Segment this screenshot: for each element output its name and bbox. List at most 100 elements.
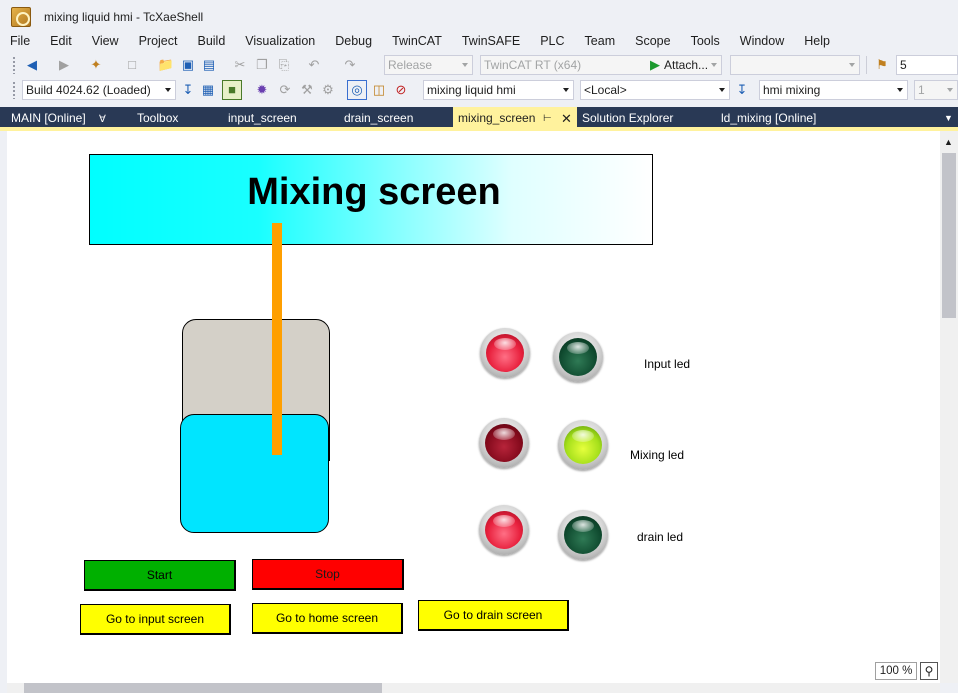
stop-button[interactable]: Stop [252,559,404,590]
page-title: Mixing screen [247,171,501,213]
redo-icon[interactable]: ↷ [342,57,358,73]
menu-debug[interactable]: Debug [325,30,382,52]
input-green-led [553,332,603,382]
chevron-down-icon [897,88,903,92]
tab-label: mixing_screen [458,111,536,125]
configuration-value: Release [388,58,433,72]
horizontal-scroll-thumb[interactable] [24,683,382,693]
zoom-magnifier-icon[interactable]: ⚲ [920,662,938,680]
tab-input-screen[interactable]: input_screen [228,107,297,129]
tree-view-icon[interactable]: ◫ [371,82,387,98]
tcxaeshell-app-icon [11,7,31,27]
start-debug-icon[interactable]: ▶ [647,57,663,73]
menu-build[interactable]: Build [187,30,235,52]
add-item-icon[interactable]: □ [124,57,140,73]
open-folder-icon[interactable]: 📁 [158,57,174,73]
horizontal-scrollbar[interactable] [7,683,940,693]
find-icon[interactable]: ⚑ [874,57,890,73]
toggle-breakpoint-icon[interactable]: ⊘ [393,82,409,98]
led-lens [485,511,523,549]
back-icon[interactable]: ◀ [24,57,40,73]
menu-project[interactable]: Project [129,30,188,52]
menu-plc[interactable]: PLC [530,30,574,52]
menu-twinsafe[interactable]: TwinSAFE [452,30,530,52]
toolbar-grip[interactable] [12,81,16,99]
config-mode-icon[interactable]: ⚒ [299,82,315,98]
vertical-scroll-thumb[interactable] [942,153,956,318]
mixing-green-led [558,420,608,470]
copy-icon[interactable]: ❐ [254,57,270,73]
zoom-level[interactable]: 100 % [875,662,917,680]
go-to-drain-screen-button[interactable]: Go to drain screen [418,600,569,631]
toolbar-separator [866,56,867,74]
tab-solution-explorer[interactable]: Solution Explorer [582,107,673,129]
menu-scope[interactable]: Scope [625,30,680,52]
toolbar-grip[interactable] [12,56,16,74]
mixing-red-led [479,418,529,468]
input-led-label: Input led [644,357,691,371]
target-select[interactable]: <Local> [580,80,730,100]
scroll-up-arrow-icon[interactable]: ▲ [944,137,953,147]
overflow-chevron-icon[interactable]: ↧ [180,82,196,98]
tab-ld-mixing-online[interactable]: ld_mixing [Online] [721,107,816,129]
chevron-down-icon [563,88,569,92]
go-to-home-screen-button[interactable]: Go to home screen [252,603,403,634]
chevron-down-icon [719,88,725,92]
menu-help[interactable]: Help [794,30,840,52]
tab-drain-screen[interactable]: drain_screen [344,107,413,129]
configuration-select[interactable]: Release [384,55,473,75]
restart-icon[interactable]: ⟳ [277,82,293,98]
find-value: 5 [900,58,907,72]
undo-icon[interactable]: ↶ [306,57,322,73]
led-lens [486,334,524,372]
forward-icon[interactable]: ▶ [56,57,72,73]
visualization-select[interactable]: hmi mixing [759,80,908,100]
drain-led-label: drain led [637,530,684,544]
document-tab-bar: MAIN [Online] ∀ Toolbox input_screen dra… [0,107,958,129]
led-lens [564,516,602,554]
mixer-stirrer-shaft [272,223,282,455]
drain-green-led [558,510,608,560]
window-title: mixing liquid hmi - TcXaeShell [44,10,204,24]
menu-file[interactable]: File [0,30,40,52]
menu-window[interactable]: Window [730,30,794,52]
menu-team[interactable]: Team [575,30,626,52]
chevron-down-icon [165,88,171,92]
menu-twincat[interactable]: TwinCAT [382,30,452,52]
paste-icon[interactable]: ⎘ [276,57,292,73]
attach-button[interactable]: Attach... [664,57,724,73]
task-select[interactable]: 1 [914,80,958,100]
attach-target-select[interactable] [730,55,860,75]
menu-visualization[interactable]: Visualization [235,30,325,52]
go-to-input-screen-button[interactable]: Go to input screen [80,604,231,635]
new-project-icon[interactable]: ✦ [88,57,104,73]
tab-overflow-chevron-icon[interactable]: ▼ [944,107,953,129]
build-select[interactable]: Build 4024.62 (Loaded) [22,80,176,100]
activate-config-icon[interactable]: ■ [222,80,242,100]
overflow-chevron-icon[interactable]: ↧ [734,82,750,98]
run-mode-icon[interactable]: ✹ [254,82,270,98]
platform-value: TwinCAT RT (x64) [484,58,582,72]
pin-icon[interactable]: ∀ [99,114,106,125]
build-tree-icon[interactable]: ▦ [200,82,216,98]
menu-view[interactable]: View [82,30,129,52]
save-icon[interactable]: ▣ [180,57,196,73]
tab-mixing-screen[interactable]: mixing_screen ⊢ ✕ [453,107,577,129]
login-icon[interactable]: ◎ [347,80,367,100]
menu-bar: File Edit View Project Build Visualizati… [0,30,958,52]
tab-toolbox[interactable]: Toolbox [137,107,178,129]
menu-tools[interactable]: Tools [681,30,730,52]
project-select[interactable]: mixing liquid hmi [423,80,574,100]
twincat-toolbar: Build 4024.62 (Loaded) ↧ ▦ ■ ✹ ⟳ ⚒ ⚙ ◎ ◫… [0,77,958,103]
mixing-led-label: Mixing led [630,448,685,462]
scan-icon[interactable]: ⚙ [320,82,336,98]
cut-icon[interactable]: ✂ [232,57,248,73]
header-banner: Mixing screen [89,154,653,245]
find-input[interactable]: 5 [896,55,958,75]
menu-edit[interactable]: Edit [40,30,82,52]
vertical-scrollbar[interactable]: ▲ [940,131,958,683]
start-button[interactable]: Start [84,560,236,591]
tab-main-online[interactable]: MAIN [Online] ∀ [11,107,106,129]
project-value: mixing liquid hmi [427,83,516,97]
save-all-icon[interactable]: ▤ [201,57,217,73]
